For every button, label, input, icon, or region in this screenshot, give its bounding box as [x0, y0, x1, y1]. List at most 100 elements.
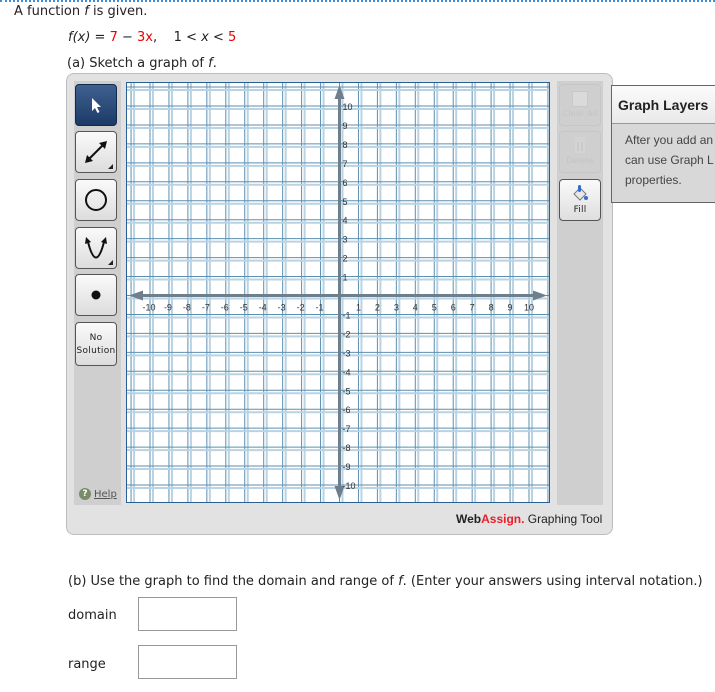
- x-tick-label: 9: [508, 303, 513, 313]
- x-tick-label: -4: [259, 303, 267, 313]
- question-intro: A function f is given.: [14, 4, 147, 19]
- x-tick-label: 4: [413, 303, 418, 313]
- y-tick-label: -6: [343, 405, 351, 415]
- point-tool-button[interactable]: [75, 274, 117, 316]
- part-a-text: (a) Sketch a graph of: [67, 56, 209, 71]
- help-link[interactable]: ? Help: [79, 488, 117, 500]
- x-tick-label: -2: [297, 303, 305, 313]
- function-lhs: f(x) =: [68, 30, 110, 45]
- x-tick-label: 2: [375, 303, 380, 313]
- clear-all-icon: [572, 91, 588, 107]
- range-input[interactable]: [138, 645, 237, 679]
- fill-label: Fill: [573, 205, 587, 215]
- layers-body-line: can use Graph L: [625, 153, 714, 167]
- y-tick-label: -4: [343, 367, 351, 377]
- graph-layers-body: After you add an can use Graph L propert…: [612, 124, 715, 190]
- function-coefficient: 3x: [137, 30, 153, 45]
- brand-suffix: Graphing Tool: [524, 512, 603, 526]
- interval-right: 5: [227, 30, 237, 45]
- x-tick-label: 1: [356, 303, 361, 313]
- interval-left: 1 <: [173, 30, 202, 45]
- domain-label: domain: [68, 608, 117, 623]
- part-a-prompt: (a) Sketch a graph of f.: [67, 56, 217, 71]
- y-tick-label: 3: [343, 235, 348, 245]
- graph-layers-title[interactable]: Graph Layers: [612, 86, 715, 124]
- delete-label: Delete: [566, 156, 594, 165]
- cursor-arrow-icon: [92, 98, 101, 113]
- parabola-icon: [85, 237, 107, 259]
- part-b-suffix: . (Enter your answers using interval not…: [402, 574, 703, 589]
- submenu-indicator: [108, 260, 113, 265]
- y-tick-label: -2: [343, 329, 351, 339]
- interval-mid: <: [208, 30, 228, 45]
- circle-icon: [85, 189, 107, 211]
- y-tick-label: 10: [343, 102, 353, 112]
- y-tick-label: 6: [343, 178, 348, 188]
- x-tick-label: -10: [142, 303, 155, 313]
- function-comma: ,: [153, 30, 158, 45]
- no-solution-label-1: No: [89, 333, 103, 343]
- y-tick-label: 7: [343, 159, 348, 169]
- y-tick-label: 9: [343, 121, 348, 131]
- y-tick-label: -1: [343, 310, 351, 320]
- y-tick-label: -8: [343, 443, 351, 453]
- part-a-suffix: .: [212, 56, 217, 71]
- x-tick-label: 5: [432, 303, 437, 313]
- trash-icon: [574, 137, 586, 153]
- circle-tool-button[interactable]: [75, 179, 117, 221]
- x-tick-label: 7: [470, 303, 475, 313]
- y-tick-label: -7: [343, 424, 351, 434]
- y-tick-label: 5: [343, 197, 348, 207]
- coordinate-grid[interactable]: -10 -9 -8 -7 -6 -5 -4 -3 -2 -1 1 2 3 4 5 6 7 8 9 10 10 9 8 7 6 5 4…: [127, 83, 549, 502]
- y-tick-label: -3: [343, 348, 351, 358]
- y-tick-label: -10: [343, 481, 356, 491]
- select-tool-button[interactable]: [75, 84, 117, 126]
- help-icon: ?: [79, 488, 91, 500]
- function-definition: f(x) = 7 − 3x, 1 < x < 5: [68, 30, 236, 45]
- y-tick-label: -9: [343, 462, 351, 472]
- intro-suffix: is given.: [88, 4, 148, 19]
- x-tick-label: 6: [451, 303, 456, 313]
- intro-text: A function: [14, 4, 85, 19]
- paint-bucket-icon: [573, 185, 588, 201]
- webassign-brand: WebAssign. Graphing Tool: [456, 512, 602, 526]
- clear-all-label: Clear All: [562, 109, 598, 118]
- submenu-indicator: [108, 164, 113, 169]
- function-constant: 7: [109, 30, 118, 45]
- no-solution-label-2: Solution: [76, 346, 116, 356]
- x-tick-label: 8: [489, 303, 494, 313]
- layers-body-line: After you add an: [625, 133, 714, 147]
- y-tick-label: 2: [343, 254, 348, 264]
- domain-input[interactable]: [138, 597, 237, 631]
- parabola-tool-button[interactable]: [75, 227, 117, 269]
- x-tick-label: -7: [202, 303, 210, 313]
- delete-button[interactable]: Delete: [559, 131, 601, 173]
- graph-layers-panel: Graph Layers After you add an can use Gr…: [611, 85, 715, 203]
- x-tick-label: -8: [183, 303, 191, 313]
- point-icon: [91, 290, 101, 300]
- layers-body-line: properties.: [625, 173, 682, 187]
- fill-button[interactable]: Fill: [559, 179, 601, 221]
- help-label[interactable]: Help: [94, 489, 117, 500]
- top-dotted-divider: [0, 0, 715, 2]
- x-tick-label: -6: [221, 303, 229, 313]
- range-label: range: [68, 657, 106, 672]
- brand-assign: Assign.: [481, 512, 525, 526]
- x-tick-label: -9: [164, 303, 172, 313]
- interval-var: x: [201, 30, 209, 45]
- x-tick-label: -3: [278, 303, 286, 313]
- x-tick-label: 3: [394, 303, 399, 313]
- x-tick-label: -1: [316, 303, 324, 313]
- y-tick-label: 1: [343, 273, 348, 283]
- part-b-prompt: (b) Use the graph to find the domain and…: [68, 574, 703, 589]
- no-solution-button[interactable]: No Solution: [75, 322, 117, 366]
- x-tick-label: -5: [240, 303, 248, 313]
- function-operator: −: [117, 30, 138, 45]
- double-arrow-line-icon: [85, 141, 107, 163]
- clear-all-button[interactable]: Clear All: [559, 84, 601, 126]
- x-tick-label: 10: [524, 303, 534, 313]
- line-tool-button[interactable]: [75, 131, 117, 173]
- y-tick-label: -5: [343, 386, 351, 396]
- y-tick-label: 8: [343, 140, 348, 150]
- graph-canvas[interactable]: -10 -9 -8 -7 -6 -5 -4 -3 -2 -1 1 2 3 4 5 6 7 8 9 10 10 9 8 7 6 5 4…: [126, 82, 550, 503]
